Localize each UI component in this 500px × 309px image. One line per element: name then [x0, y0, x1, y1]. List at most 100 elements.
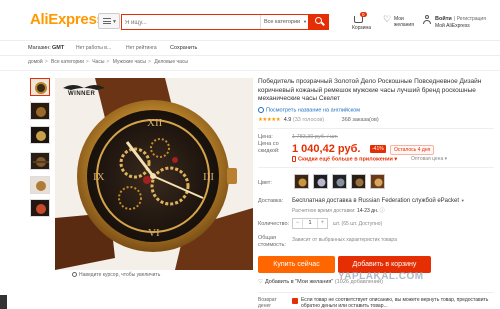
- chevron-down-icon: ▼: [112, 19, 117, 25]
- thumbnail[interactable]: [30, 126, 50, 144]
- thumbnail[interactable]: [30, 78, 50, 96]
- delivery-estimate-label: Расчетное время доставки:: [292, 208, 356, 214]
- aliexpress-logo[interactable]: AliExpress: [30, 11, 105, 28]
- zoom-icon: [72, 272, 77, 278]
- cart-icon: [354, 16, 363, 23]
- search-category-select[interactable]: Все категории ▼: [260, 15, 310, 29]
- shipping-method-select[interactable]: Бесплатная доставка в Russian Federation…: [292, 198, 465, 204]
- divider: [258, 292, 494, 293]
- wishlist-label: Мои желания: [394, 16, 414, 28]
- delivery-estimate: Расчетное время доставки: 14-23 дн. ⓘ: [292, 207, 385, 214]
- my-aliexpress-link[interactable]: Мой AliExpress: [435, 23, 470, 29]
- add-to-wishlist-link[interactable]: ♡ Добавить в "Мои желания" (1026 добавлен…: [258, 279, 383, 285]
- svg-text:IX: IX: [93, 171, 105, 183]
- thumbnail[interactable]: [30, 199, 50, 217]
- orders-count: 368 заказа(ов): [341, 117, 379, 123]
- search-input[interactable]: [125, 17, 255, 28]
- cart-link[interactable]: 0 Корзина: [352, 12, 382, 35]
- shield-icon: [292, 298, 298, 304]
- quantity-increase-button[interactable]: +: [317, 219, 327, 228]
- heart-icon: ♡: [383, 14, 392, 24]
- translate-text: Посмотреть название на английском: [266, 107, 361, 114]
- breadcrumb: домой > Все категории > Часы > Мужские часы…: [28, 59, 188, 65]
- register-link[interactable]: | Регистрация: [454, 16, 486, 22]
- quantity-decrease-button[interactable]: −: [293, 219, 303, 228]
- buy-now-button[interactable]: Купить сейчас: [258, 256, 335, 273]
- breadcrumb-item[interactable]: домой: [28, 59, 43, 65]
- brand-logo: WINNER: [61, 82, 107, 98]
- breadcrumb-item[interactable]: Деловые часы: [154, 59, 188, 65]
- search-bar: Все категории ▼: [121, 14, 309, 30]
- delivery-days: 14-23 дн.: [357, 208, 379, 214]
- buyer-protection-label: Возврат денег: [258, 297, 277, 309]
- old-price: 1 783,30 руб. / шт.: [292, 134, 338, 140]
- search-button[interactable]: [309, 14, 329, 30]
- rating-value: 4.9: [283, 117, 292, 123]
- breadcrumb-item[interactable]: Часы: [92, 59, 104, 65]
- divider: [0, 70, 500, 71]
- discount-price: 1 040,42 руб.: [292, 143, 361, 155]
- store-bar: Магазин: GMT Нет работы в... Нет рейтинг…: [0, 40, 500, 56]
- product-title: Победитель прозрачный Золотой Дело Роско…: [258, 78, 482, 102]
- add-to-wishlist-text: Добавить в "Мои желания": [264, 279, 334, 285]
- translate-title-link[interactable]: Посмотреть название на английском: [258, 107, 360, 113]
- user-icon: [423, 15, 431, 25]
- color-swatch[interactable]: [370, 174, 385, 189]
- svg-text:III: III: [203, 171, 214, 183]
- discount-label-line2: скидкой:: [258, 147, 280, 154]
- store-name-link[interactable]: GMT: [52, 45, 64, 51]
- product-main-image[interactable]: XII III VI IX WINNER: [55, 78, 253, 270]
- thumbnail[interactable]: [30, 176, 50, 194]
- shipping-method-text: Бесплатная доставка в Russian Federation…: [292, 198, 460, 204]
- quantity-label: Количество:: [258, 221, 290, 227]
- info-icon[interactable]: ⓘ: [380, 208, 385, 214]
- side-feedback-tab[interactable]: [0, 295, 7, 309]
- svg-text:XII: XII: [147, 117, 163, 129]
- color-swatch[interactable]: [332, 174, 347, 189]
- color-swatch[interactable]: [294, 174, 309, 189]
- rating-count[interactable]: (33 голосов): [293, 117, 324, 123]
- categories-menu-button[interactable]: ▼: [98, 13, 120, 29]
- rating-row: ★★★★★ 4.9 (33 голосов) 368 заказа(ов): [258, 117, 379, 123]
- logo-text: AliExpress: [30, 11, 105, 28]
- breadcrumb-item[interactable]: Мужские часы: [113, 59, 146, 65]
- time-left-badge: Осталось 4 дня: [390, 145, 435, 155]
- globe-icon: [258, 107, 264, 113]
- price-label: Цена:: [258, 134, 273, 140]
- store-label: Магазин:: [28, 45, 51, 51]
- rating-stars[interactable]: ★★★★★: [258, 117, 281, 123]
- zoom-hint: Наведите курсор, чтобы увеличить: [72, 272, 160, 278]
- quantity-stepper: − 1 +: [292, 218, 328, 229]
- wishlist-label-line2: желания: [394, 22, 414, 28]
- discount-price-label: Цена со скидкой:: [258, 141, 280, 154]
- discount-badge: -41%: [370, 145, 386, 153]
- thumbnail[interactable]: [30, 152, 50, 170]
- store-work-time: Нет работы в...: [76, 45, 112, 51]
- total-label-line2: стоимость:: [258, 241, 286, 248]
- account-area: Войти | Регистрация Мой AliExpress: [420, 15, 496, 35]
- color-swatch[interactable]: [313, 174, 328, 189]
- app-promo-link[interactable]: Скидки ещё больше в приложении ▾: [292, 156, 397, 162]
- heart-icon: ♡: [258, 279, 263, 285]
- discount-label-line1: Цена со: [258, 141, 279, 147]
- wishlist-link[interactable]: ♡ Мои желания: [380, 15, 420, 35]
- quantity-input[interactable]: 1: [303, 219, 317, 228]
- app-promo-text: Скидки ещё больше в приложении: [298, 156, 393, 163]
- wholesale-price-link[interactable]: Оптовая цена ▾: [411, 156, 447, 162]
- hamburger-icon: [103, 18, 111, 24]
- quantity-available: шт. (65 шт. Доступно): [333, 221, 383, 227]
- total-label: Общая стоимость:: [258, 235, 286, 248]
- login-link[interactable]: Войти: [435, 16, 452, 22]
- save-store-button[interactable]: Сохранить: [170, 45, 197, 51]
- breadcrumb-item[interactable]: Все категории: [51, 59, 84, 65]
- search-icon: [315, 17, 322, 24]
- chevron-down-icon: ▼: [460, 198, 465, 203]
- store-rating: Нет рейтинга: [126, 45, 157, 51]
- divider: [258, 167, 494, 168]
- color-swatch[interactable]: [351, 174, 366, 189]
- thumbnail[interactable]: [30, 102, 50, 120]
- wishlist-count: (1026 добавлений): [334, 279, 383, 285]
- chevron-down-icon: ▼: [303, 19, 307, 24]
- cart-label: Корзина: [352, 25, 372, 31]
- phone-icon: [292, 156, 296, 162]
